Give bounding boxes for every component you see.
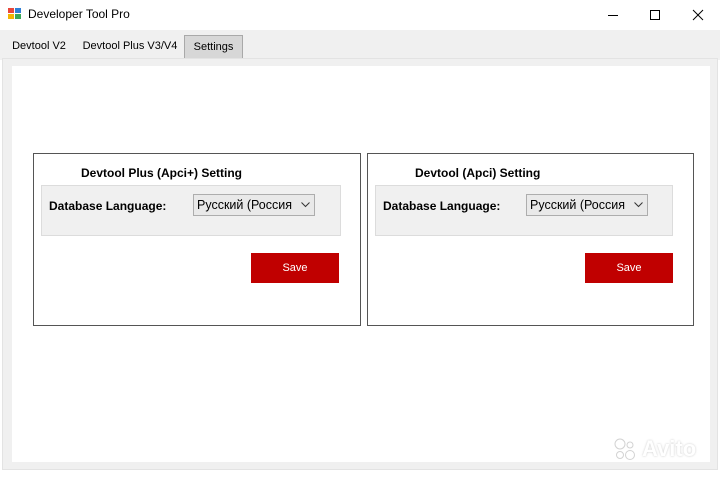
title-bar: Developer Tool Pro [0, 0, 720, 30]
selected-language: Русский (Россия [530, 198, 626, 212]
chevron-down-icon [634, 202, 643, 208]
tab-settings[interactable]: Settings [184, 35, 243, 58]
group-title: Devtool (Apci) Setting [415, 166, 541, 180]
tab-devtool-v2[interactable]: Devtool V2 [6, 35, 72, 57]
window-title: Developer Tool Pro [28, 7, 130, 21]
database-language-select[interactable]: Русский (Россия [526, 194, 648, 216]
chevron-down-icon [301, 202, 310, 208]
database-language-select[interactable]: Русский (Россия [193, 194, 315, 216]
group-title: Devtool Plus (Apci+) Setting [81, 166, 243, 180]
minimize-button[interactable] [592, 0, 634, 30]
watermark-text: Avito [642, 436, 697, 461]
tab-strip: Devtool V2 Devtool Plus V3/V4 Settings [0, 30, 720, 60]
close-icon [692, 9, 704, 21]
save-button[interactable]: Save [251, 253, 339, 283]
devtool-plus-setting-group: Devtool Plus (Apci+) Setting Database La… [33, 153, 361, 326]
avito-watermark: Avito [612, 436, 696, 462]
devtool-setting-group: Devtool (Apci) Setting Database Language… [367, 153, 694, 326]
minimize-icon [608, 15, 618, 16]
selected-language: Русский (Россия [197, 198, 293, 212]
save-button[interactable]: Save [585, 253, 673, 283]
tab-devtool-plus[interactable]: Devtool Plus V3/V4 [80, 35, 180, 57]
close-button[interactable] [677, 0, 719, 30]
language-panel: Database Language: Русский (Россия [41, 185, 341, 236]
database-language-label: Database Language: [383, 199, 501, 213]
database-language-label: Database Language: [49, 199, 167, 213]
language-panel: Database Language: Русский (Россия [375, 185, 673, 236]
maximize-icon [650, 10, 660, 20]
maximize-button[interactable] [634, 0, 676, 30]
app-icon [8, 8, 21, 19]
avito-logo-icon [614, 438, 635, 460]
